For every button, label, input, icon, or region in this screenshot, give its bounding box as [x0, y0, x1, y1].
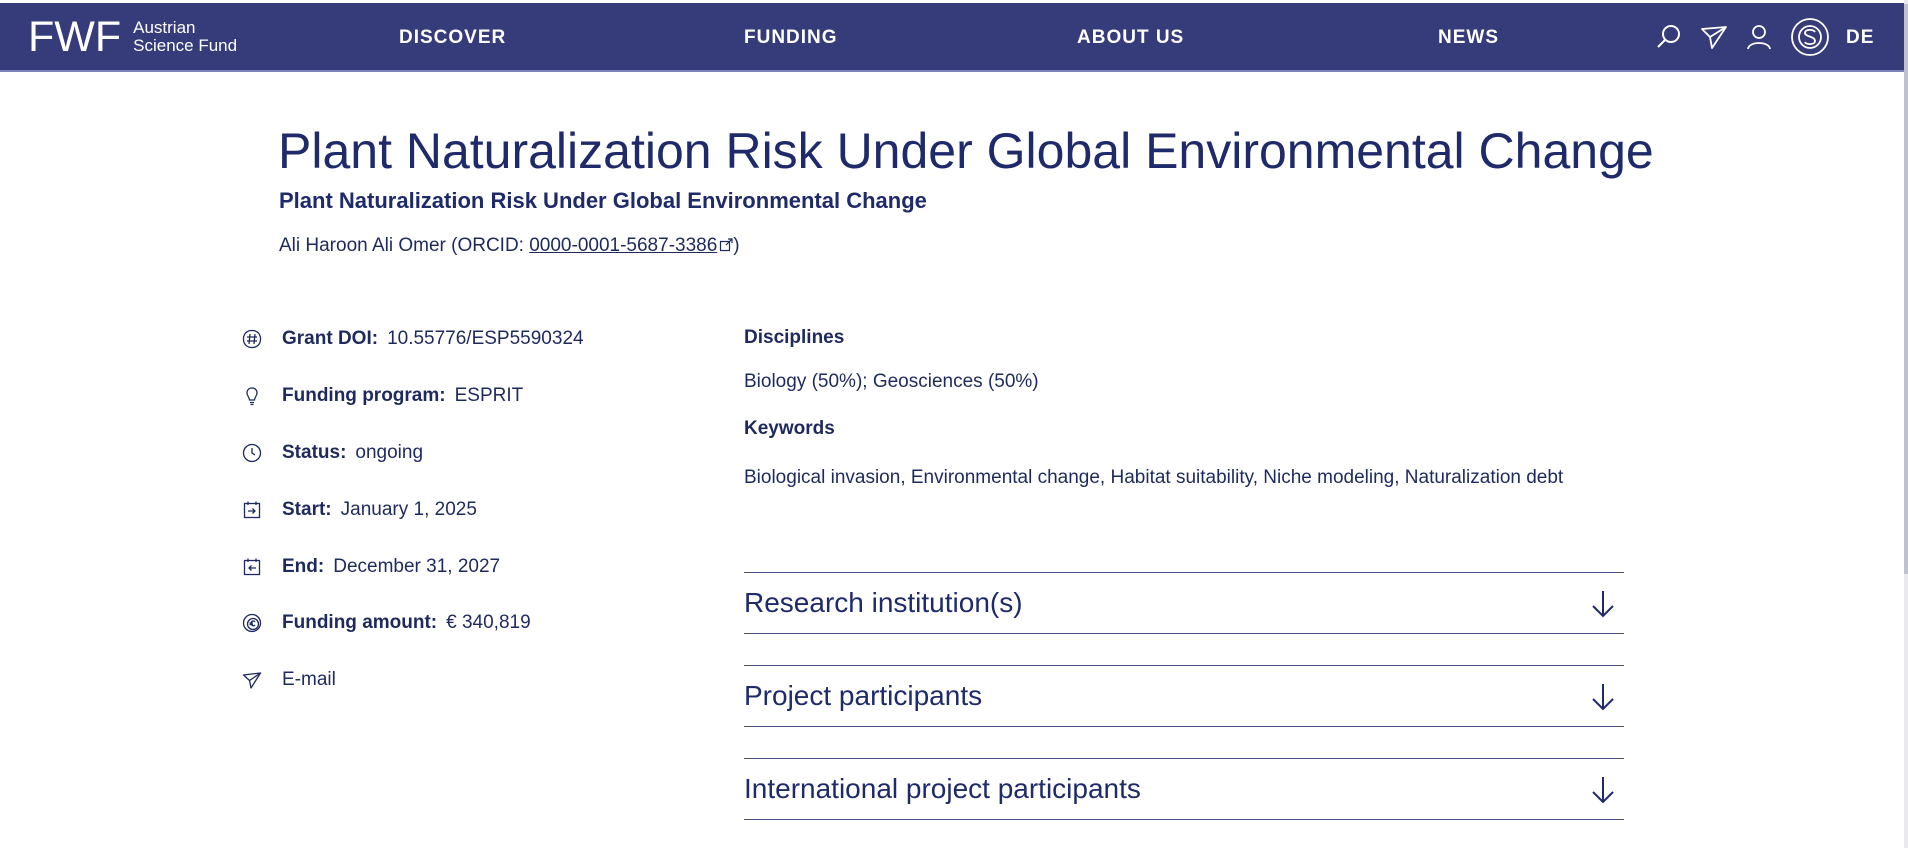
logo-line-1: Austrian — [133, 18, 196, 37]
accordion-international-project-participants[interactable]: International project participants — [744, 758, 1624, 820]
start-row: Start: January 1, 2025 — [242, 495, 477, 525]
funding-amount-row: Funding amount: € 340,819 — [242, 608, 531, 638]
user-icon[interactable] — [1744, 22, 1774, 52]
status-label: Status: — [282, 442, 347, 463]
calendar-end-icon — [243, 558, 261, 576]
email-link[interactable]: E-mail — [242, 665, 336, 695]
keywords-text: Biological invasion, Environmental chang… — [744, 467, 1564, 488]
email-label: E-mail — [282, 669, 336, 690]
grant-doi-value: 10.55776/ESP5590324 — [387, 328, 584, 349]
nav-discover[interactable]: DISCOVER — [399, 27, 506, 49]
lightbulb-icon — [246, 387, 258, 406]
arrow-down-icon — [1592, 684, 1614, 711]
funding-program-value: ESPRIT — [454, 385, 524, 406]
grant-doi-row: Grant DOI: 10.55776/ESP5590324 — [242, 324, 584, 354]
accordion-title: Project participants — [744, 680, 983, 711]
clock-icon — [242, 443, 262, 463]
status-value: ongoing — [355, 442, 424, 463]
calendar-start-icon — [243, 501, 261, 519]
accordion-title: International project participants — [744, 773, 1141, 804]
arrow-down-icon — [1592, 777, 1614, 804]
send-icon[interactable] — [1699, 22, 1729, 52]
nav-news[interactable]: NEWS — [1438, 27, 1499, 49]
logo-mark: FWF — [28, 13, 122, 61]
keywords-heading: Keywords — [744, 418, 835, 439]
accordion-title: Research institution(s) — [744, 587, 1023, 618]
author-line: Ali Haroon Ali Omer (ORCID: 0000-0001-56… — [279, 235, 740, 257]
funding-program-row: Funding program: ESPRIT — [242, 381, 523, 411]
top-navigation-bar: FWF Austrian Science Fund DISCOVER FUNDI… — [0, 3, 1906, 72]
arrow-down-icon — [1592, 591, 1614, 618]
logo-wordmark: Austrian Science Fund — [133, 19, 237, 55]
search-icon[interactable] — [1654, 22, 1684, 52]
disciplines-text: Biology (50%); Geosciences (50%) — [744, 371, 1039, 392]
orcid-link[interactable]: 0000-0001-5687-3386 — [529, 235, 717, 256]
start-value: January 1, 2025 — [340, 499, 477, 520]
grant-doi-label: Grant DOI: — [282, 328, 379, 349]
hash-icon — [242, 329, 262, 349]
funding-amount-value: € 340,819 — [446, 612, 531, 633]
logo-line-2: Science Fund — [133, 36, 238, 55]
page-title: Plant Naturalization Risk Under Global E… — [278, 123, 1654, 179]
euro-coin-icon — [242, 613, 262, 633]
send-icon — [242, 672, 262, 689]
external-link-icon[interactable] — [719, 238, 733, 252]
status-row: Status: ongoing — [242, 438, 423, 468]
nav-about-us[interactable]: ABOUT US — [1077, 27, 1184, 49]
accordion-project-participants[interactable]: Project participants — [744, 665, 1624, 727]
disciplines-heading: Disciplines — [744, 327, 845, 348]
accordion-research-institutions[interactable]: Research institution(s) — [744, 572, 1624, 634]
end-row: End: December 31, 2027 — [242, 552, 500, 582]
language-switch[interactable]: DE — [1846, 27, 1874, 49]
author-suffix: ) — [733, 235, 740, 256]
s-circle-icon[interactable] — [1790, 17, 1830, 57]
funding-amount-label: Funding amount: — [282, 612, 438, 633]
end-value: December 31, 2027 — [333, 556, 501, 577]
author-name: Ali Haroon Ali Omer (ORCID: — [279, 235, 530, 256]
page-subtitle: Plant Naturalization Risk Under Global E… — [279, 188, 927, 213]
end-label: End: — [282, 556, 325, 577]
nav-funding[interactable]: FUNDING — [744, 27, 838, 49]
start-label: Start: — [282, 499, 332, 520]
funding-program-label: Funding program: — [282, 385, 446, 406]
scrollbar-thumb[interactable] — [1904, 4, 1908, 574]
fwf-logo[interactable]: FWF Austrian Science Fund — [28, 13, 237, 61]
